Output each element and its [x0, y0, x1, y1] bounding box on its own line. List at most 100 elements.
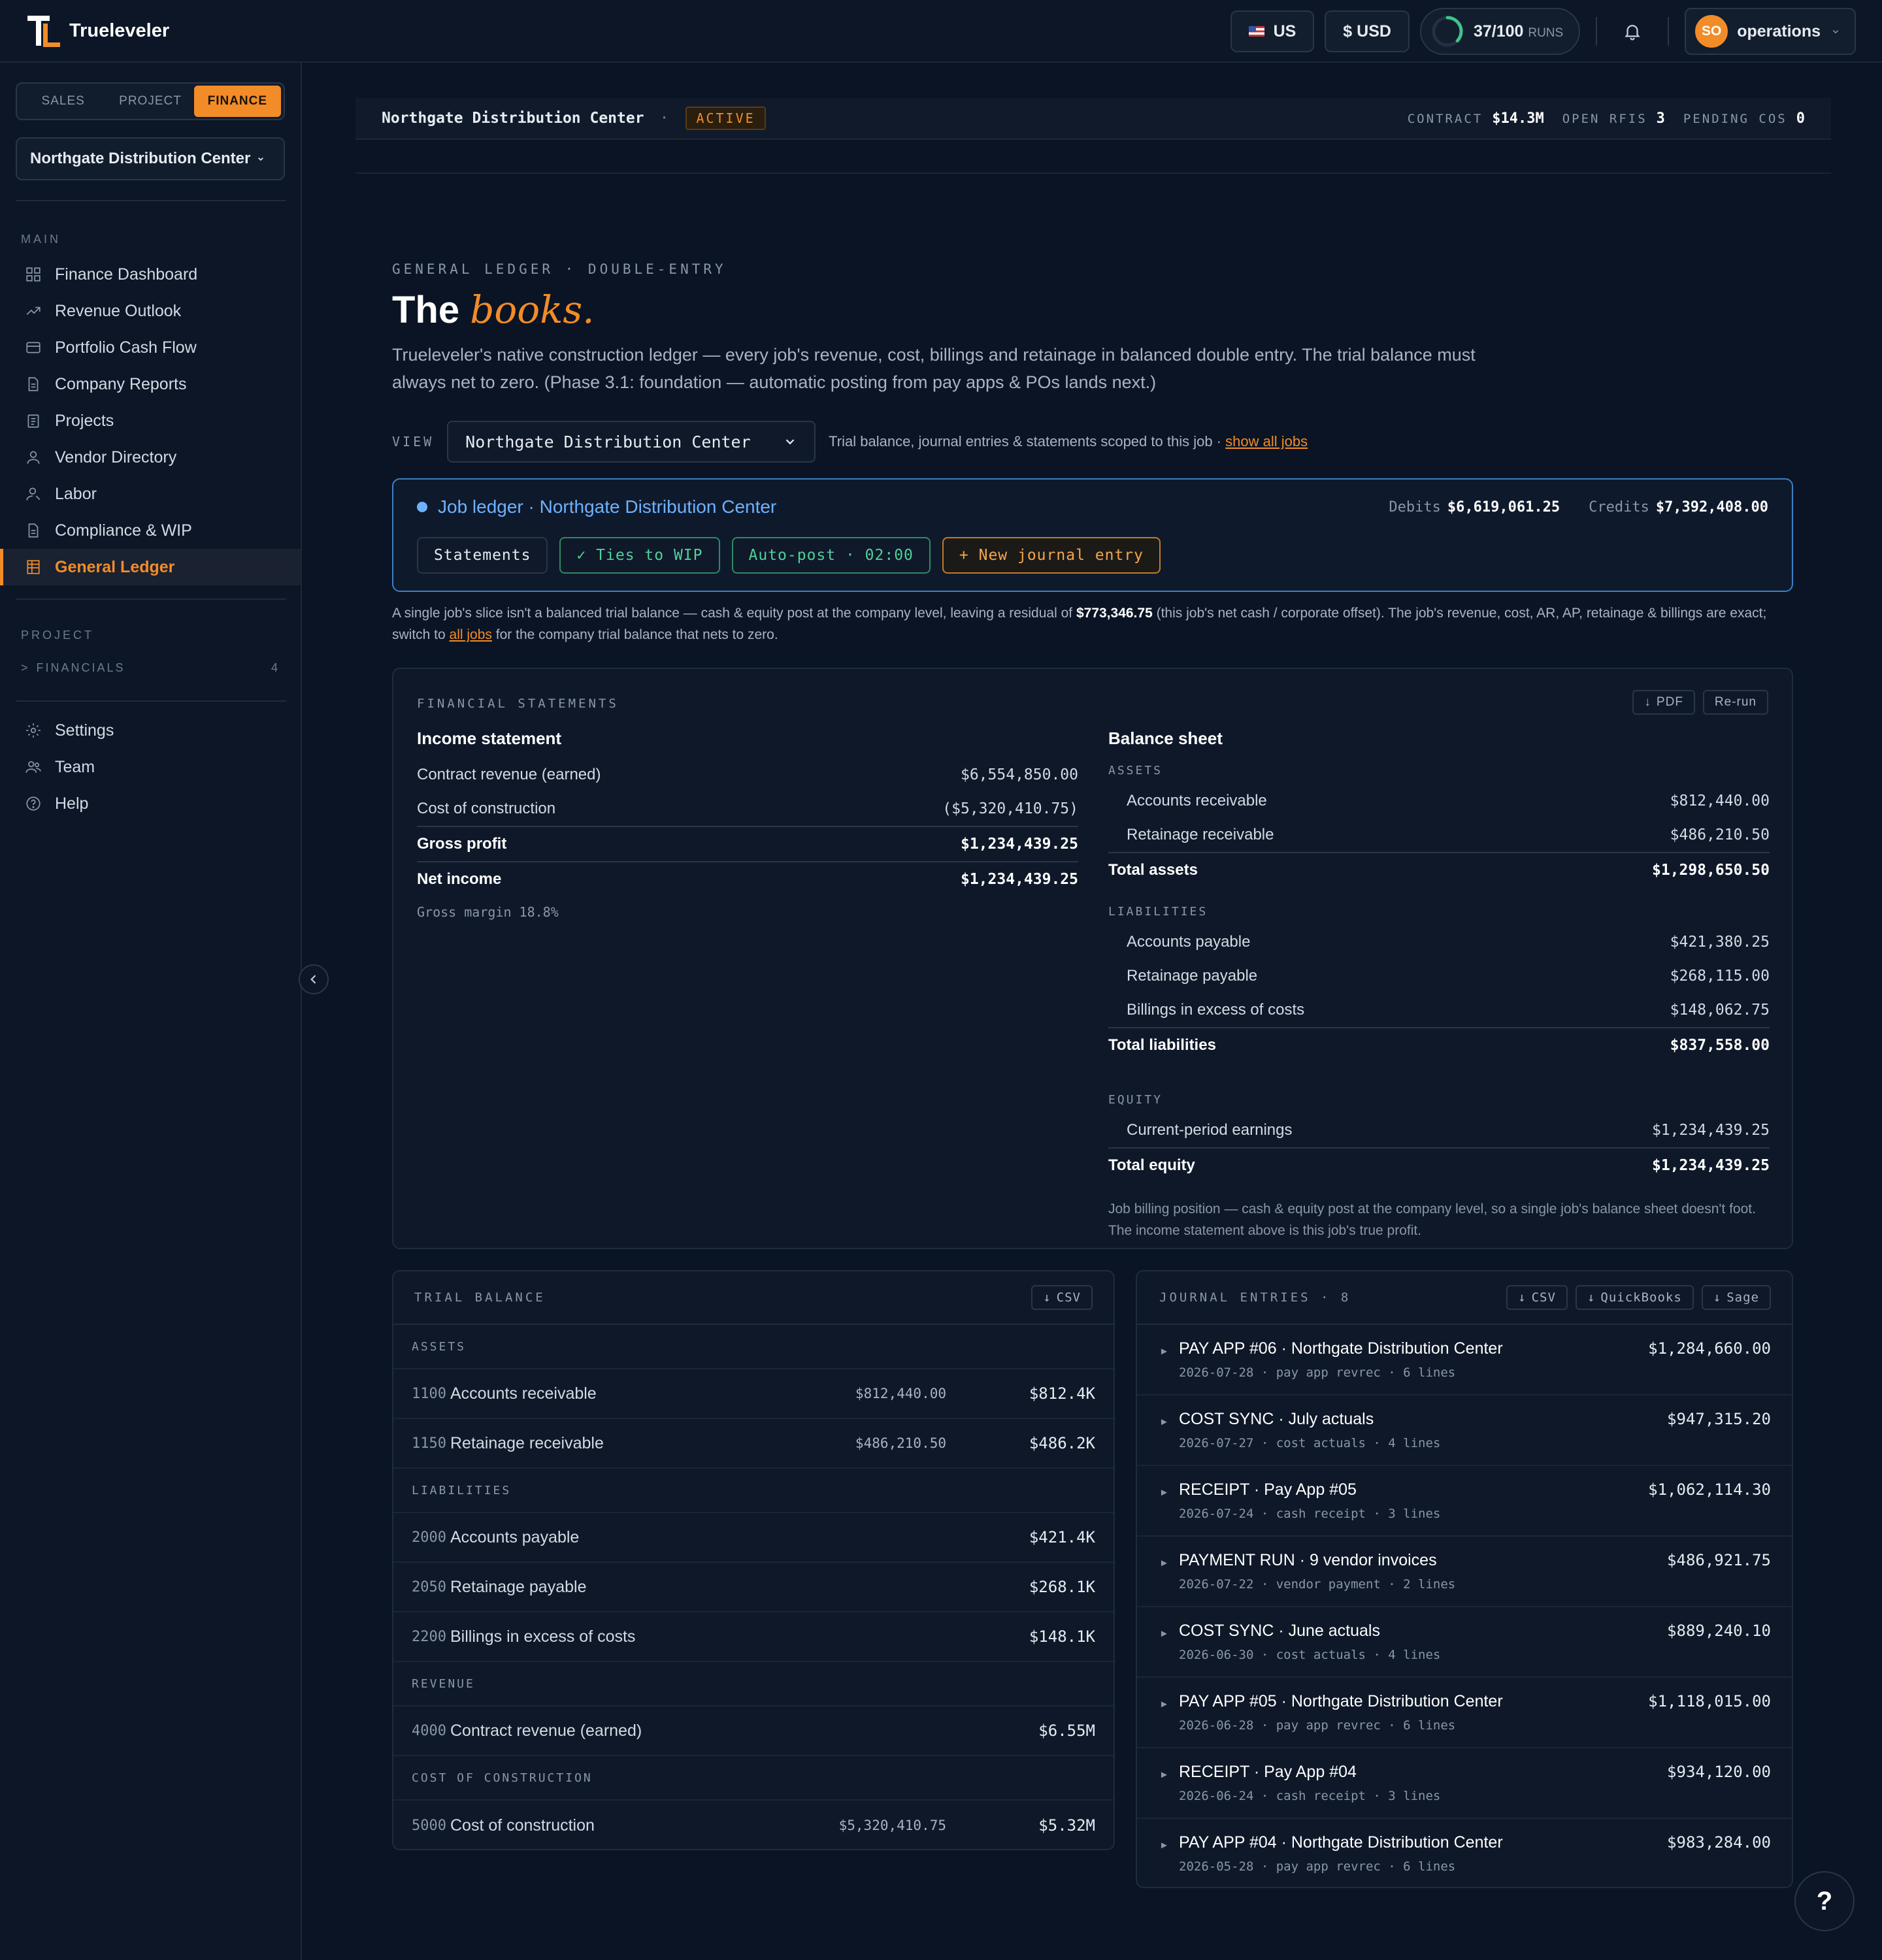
list-item[interactable]: ► PAY APP #04 · Northgate Distribution Ce…	[1137, 1819, 1792, 1889]
page-description: Trueleveler's native construction ledger…	[392, 345, 1476, 392]
list-item[interactable]: ► PAY APP #06 · Northgate Distribution Ce…	[1137, 1325, 1792, 1396]
trial-csv-button[interactable]: ↓ CSV	[1031, 1285, 1093, 1310]
row-label: Total equity	[1108, 1156, 1195, 1174]
notifications-bell-icon[interactable]	[1613, 12, 1652, 51]
entry-amount: $889,240.10	[1667, 1622, 1771, 1640]
rerun-button[interactable]: Re-run	[1702, 690, 1768, 715]
user-menu[interactable]: SO operations	[1685, 8, 1856, 55]
sidebar-item-general-ledger[interactable]: General Ledger	[0, 549, 301, 585]
runs-progress-ring-icon	[1432, 16, 1463, 47]
pdf-download-button[interactable]: ↓ PDF	[1632, 690, 1695, 715]
balance-total-row: Total liabilities $837,558.00	[1108, 1027, 1770, 1062]
income-row: Cost of construction ($5,320,410.75)	[417, 792, 1078, 826]
sidebar-collapse-button[interactable]	[299, 964, 329, 994]
mode-sales[interactable]: SALES	[20, 86, 107, 117]
row-value: $1,234,439.25	[960, 871, 1078, 888]
mode-project[interactable]: PROJECT	[107, 86, 193, 117]
app-logo[interactable]: Trueleveler	[27, 14, 169, 47]
sidebar-item-company-reports[interactable]: Company Reports	[0, 366, 301, 402]
auto-post-button[interactable]: Auto-post · 02:00	[731, 537, 931, 574]
region-selector[interactable]: US	[1230, 10, 1315, 52]
list-item[interactable]: ► RECEIPT · Pay App #05 2026-07-24 · cash …	[1137, 1466, 1792, 1537]
ties-to-wip-button[interactable]: ✓ Ties to WIP	[559, 537, 720, 574]
list-item[interactable]: ► COST SYNC · June actuals 2026-06-30 · co…	[1137, 1607, 1792, 1678]
sidebar-item-label: Labor	[55, 484, 97, 503]
expand-caret-icon[interactable]: ►	[1159, 1346, 1169, 1357]
table-row[interactable]: 2050 Retainage payable $268.1K	[393, 1563, 1114, 1612]
list-item[interactable]: ► COST SYNC · July actuals 2026-07-27 · co…	[1137, 1396, 1792, 1466]
mode-switcher: SALES PROJECT FINANCE	[16, 82, 285, 120]
sidebar-item-label: General Ledger	[55, 557, 175, 576]
project-selector[interactable]: Northgate Distribution Center	[16, 137, 285, 180]
account-short-value: $6.55M	[1038, 1722, 1095, 1740]
help-button[interactable]: ?	[1794, 1871, 1855, 1931]
entry-amount: $947,315.20	[1667, 1410, 1771, 1428]
chevron-down-icon	[1832, 29, 1839, 34]
mode-finance[interactable]: FINANCE	[193, 86, 281, 117]
currency-selector[interactable]: $ USD	[1325, 10, 1410, 52]
financial-statements-card: FINANCIAL STATEMENTS ↓ PDF Re-run Income …	[392, 668, 1793, 1249]
sidebar-item-team[interactable]: Team	[0, 749, 301, 785]
account-name: Retainage payable	[450, 1577, 587, 1596]
row-label: Contract revenue (earned)	[417, 766, 601, 783]
expand-caret-icon[interactable]: ►	[1159, 1840, 1169, 1851]
expand-caret-icon[interactable]: ►	[1159, 1699, 1169, 1710]
download-icon: ↓	[1518, 1290, 1527, 1305]
expand-caret-icon[interactable]: ►	[1159, 1769, 1169, 1780]
table-row[interactable]: 5000 Cost of construction $5,320,410.75 $5.…	[393, 1801, 1114, 1850]
gear-icon	[26, 723, 41, 738]
credits-label: Credits	[1589, 499, 1649, 515]
sidebar-item-settings[interactable]: Settings	[0, 712, 301, 749]
view-select[interactable]: Northgate Distribution Center	[447, 421, 816, 463]
table-row[interactable]: 1100 Accounts receivable $812,440.00 $812.4…	[393, 1369, 1114, 1419]
table-row[interactable]: 2000 Accounts payable $421.4K	[393, 1513, 1114, 1563]
list-item[interactable]: ► RECEIPT · Pay App #04 2026-06-24 · cash …	[1137, 1748, 1792, 1819]
sidebar-item-help[interactable]: Help	[0, 785, 301, 822]
table-row[interactable]: 4000 Contract revenue (earned) $6.55M	[393, 1707, 1114, 1756]
us-flag-icon	[1248, 26, 1264, 37]
statements-button[interactable]: Statements	[417, 537, 548, 574]
table-row[interactable]: 2200 Billings in excess of costs $148.1K	[393, 1612, 1114, 1662]
all-jobs-link[interactable]: all jobs	[450, 627, 492, 642]
entry-meta: 2026-05-28 · pay app revrec · 6 lines	[1179, 1859, 1456, 1874]
entry-title: PAY APP #04 · Northgate Distribution Cen…	[1179, 1833, 1503, 1852]
journal-csv-button[interactable]: ↓ CSV	[1506, 1285, 1568, 1310]
view-note-text: Trial balance, journal entries & stateme…	[829, 433, 1221, 449]
sidebar-item-projects[interactable]: Projects	[0, 402, 301, 439]
account-code: 2050	[412, 1578, 446, 1595]
list-item[interactable]: ► PAYMENT RUN · 9 vendor invoices 2026-07-…	[1137, 1537, 1792, 1607]
sidebar-item-revenue-outlook[interactable]: Revenue Outlook	[0, 293, 301, 329]
account-code: 2200	[412, 1628, 446, 1645]
row-value: $1,234,439.25	[960, 836, 1078, 853]
new-journal-entry-button[interactable]: + New journal entry	[942, 537, 1161, 574]
sidebar-item-finance-dashboard[interactable]: Finance Dashboard	[0, 256, 301, 293]
title-accent: books.	[470, 287, 595, 332]
financials-group[interactable]: > FINANCIALS 4	[21, 661, 280, 675]
worker-icon	[26, 487, 41, 500]
row-label: Billings in excess of costs	[1127, 1001, 1305, 1019]
quickbooks-export-button[interactable]: ↓ QuickBooks	[1575, 1285, 1694, 1310]
entry-meta: 2026-07-24 · cash receipt · 3 lines	[1179, 1507, 1441, 1521]
sidebar-item-labor[interactable]: Labor	[0, 476, 301, 512]
expand-caret-icon[interactable]: ►	[1159, 1416, 1169, 1428]
sidebar-item-portfolio-cash-flow[interactable]: Portfolio Cash Flow	[0, 329, 301, 366]
balance-sheet-title: Balance sheet	[1108, 728, 1223, 748]
sage-export-button[interactable]: ↓ Sage	[1701, 1285, 1771, 1310]
ledger-icon	[27, 560, 40, 574]
entry-title: COST SYNC · July actuals	[1179, 1410, 1374, 1428]
job-ledger-card: Job ledger · Northgate Distribution Cent…	[392, 478, 1793, 592]
sidebar-item-vendor-directory[interactable]: Vendor Directory	[0, 439, 301, 476]
runs-meter[interactable]: 37/100 RUNS	[1419, 8, 1581, 55]
sidebar-item-compliance-wip[interactable]: Compliance & WIP	[0, 512, 301, 549]
list-item[interactable]: ► PAY APP #05 · Northgate Distribution Ce…	[1137, 1678, 1792, 1748]
entry-title: PAYMENT RUN · 9 vendor invoices	[1179, 1551, 1437, 1569]
table-row[interactable]: 1150 Retainage receivable $486,210.50 $486.…	[393, 1419, 1114, 1469]
expand-caret-icon[interactable]: ►	[1159, 1558, 1169, 1569]
trial-group-label: COST OF CONSTRUCTION	[393, 1756, 1114, 1801]
page-title: The books.	[392, 287, 595, 332]
entry-title: RECEIPT · Pay App #05	[1179, 1480, 1357, 1499]
expand-caret-icon[interactable]: ►	[1159, 1487, 1169, 1498]
expand-caret-icon[interactable]: ►	[1159, 1628, 1169, 1639]
balance-row: Retainage payable $268,115.00	[1108, 959, 1770, 993]
show-all-jobs-link[interactable]: show all jobs	[1225, 433, 1308, 449]
